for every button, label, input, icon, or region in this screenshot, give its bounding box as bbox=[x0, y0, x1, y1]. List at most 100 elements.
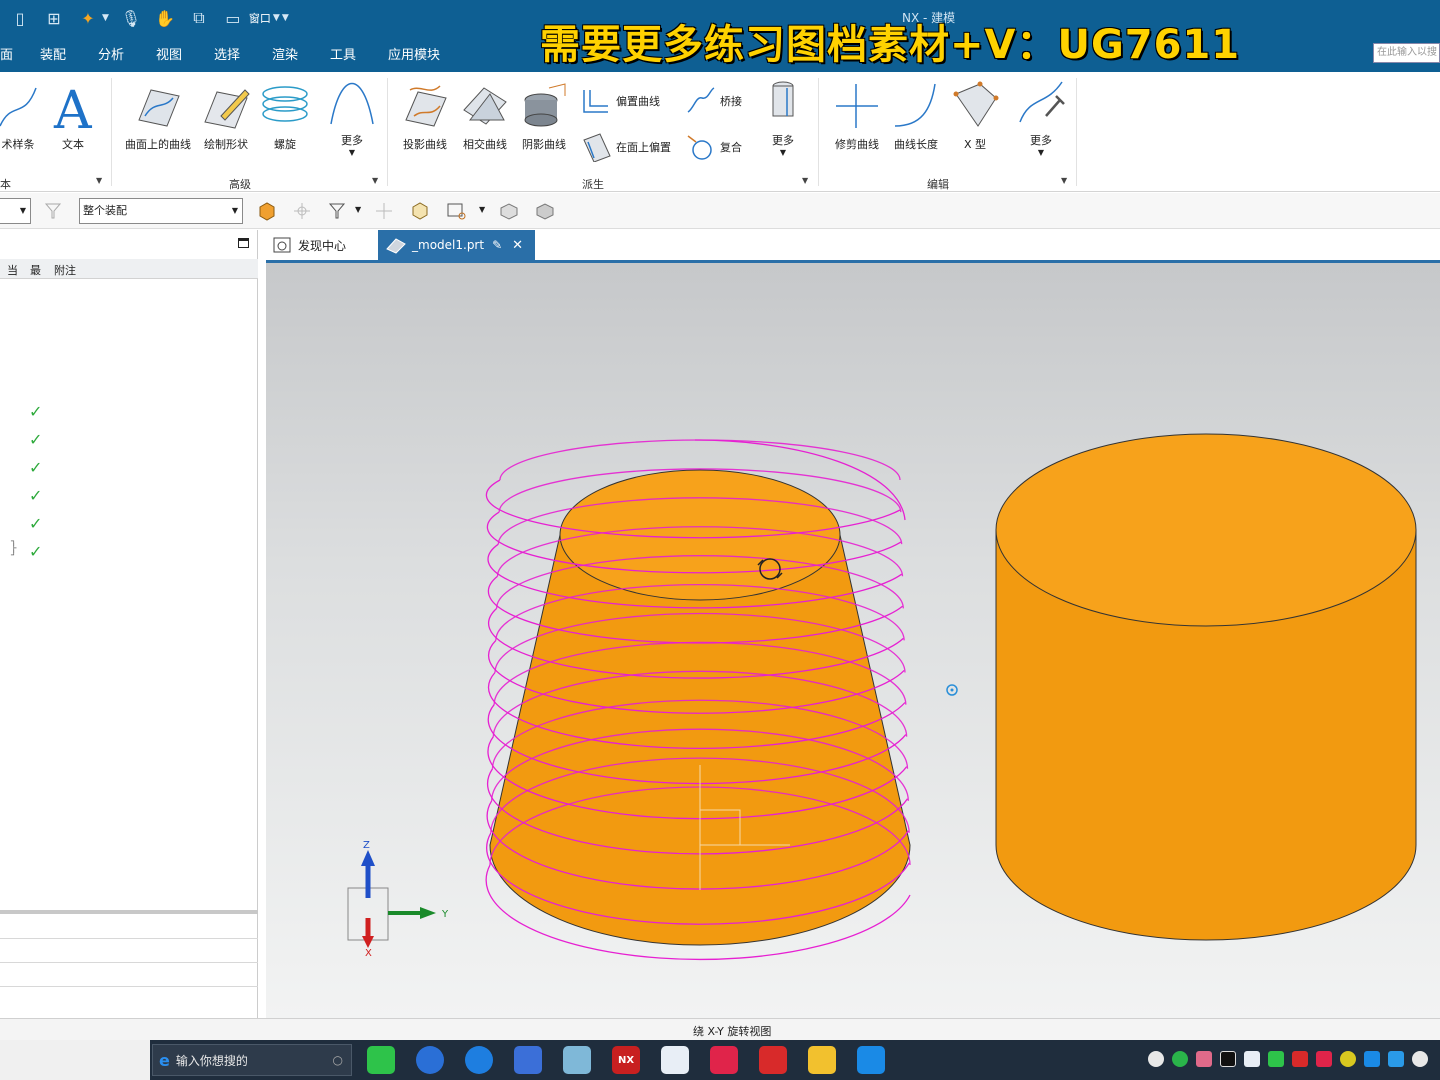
view-box-alt-icon[interactable] bbox=[534, 201, 556, 221]
shadow-curve-button[interactable]: 阴影曲线 bbox=[517, 80, 571, 152]
panel-splitter[interactable] bbox=[0, 910, 258, 914]
selection-scope-combo[interactable]: 整个装配 ▼ bbox=[79, 198, 243, 224]
plus-icon[interactable] bbox=[1340, 1051, 1356, 1067]
mic-icon[interactable] bbox=[1412, 1051, 1428, 1067]
wechat-icon[interactable] bbox=[1268, 1051, 1284, 1067]
advanced-more-button[interactable]: 更多 ▼ bbox=[326, 76, 378, 157]
handshake-icon[interactable]: ✋ bbox=[153, 6, 177, 30]
solid-cube-icon[interactable] bbox=[256, 201, 278, 221]
close-icon[interactable]: ✕ bbox=[512, 238, 523, 253]
grid-icon[interactable]: ⊞ bbox=[42, 6, 66, 30]
check-icon: ✓ bbox=[29, 458, 43, 477]
folder-icon[interactable] bbox=[808, 1046, 836, 1074]
check-icon: ✓ bbox=[29, 402, 43, 421]
menu-render[interactable]: 渲染 bbox=[272, 44, 298, 63]
chevron-down-icon[interactable]: ▼ bbox=[802, 176, 808, 185]
red-icon[interactable] bbox=[1292, 1051, 1308, 1067]
menu-assembly[interactable]: 装配 bbox=[40, 44, 66, 63]
sync-icon[interactable] bbox=[416, 1046, 444, 1074]
paper-app-icon[interactable] bbox=[563, 1046, 591, 1074]
filter-reset-icon[interactable] bbox=[44, 201, 66, 221]
chevron-down-icon[interactable]: ▼ bbox=[1061, 176, 1067, 185]
red-app-icon[interactable] bbox=[710, 1046, 738, 1074]
curve-length-button[interactable]: 曲线长度 bbox=[889, 80, 943, 152]
bridge-button[interactable]: 桥接 bbox=[686, 86, 742, 116]
tree-row[interactable]: ✓ bbox=[0, 452, 258, 480]
graphics-viewport[interactable]: Z Y X bbox=[266, 263, 1440, 1018]
bell-icon[interactable] bbox=[1148, 1051, 1164, 1067]
snap-grid-icon[interactable] bbox=[374, 201, 396, 221]
menu-analysis[interactable]: 分析 bbox=[98, 44, 124, 63]
cloud-icon[interactable] bbox=[661, 1046, 689, 1074]
snap-point-icon[interactable] bbox=[292, 201, 314, 221]
taskbar: e 输入你想搜的 ○ NX bbox=[0, 1040, 1440, 1080]
chevron-down-icon[interactable]: ▼ bbox=[282, 13, 289, 23]
x-form-button[interactable]: X 型 bbox=[948, 80, 1002, 152]
command-search-input[interactable]: 在此输入以搜 bbox=[1373, 43, 1440, 63]
view-box-icon[interactable] bbox=[498, 201, 520, 221]
column-current[interactable]: 当 bbox=[7, 262, 18, 278]
cylinder-body[interactable] bbox=[995, 433, 1417, 941]
chevron-down-icon[interactable]: ▼ bbox=[372, 176, 378, 185]
chevron-down-icon[interactable]: ▼ bbox=[96, 176, 102, 185]
derived-more-button[interactable]: 更多 ▼ bbox=[760, 76, 806, 157]
chevron-down-icon[interactable]: ▼ bbox=[355, 205, 361, 214]
filter-icon[interactable] bbox=[328, 201, 350, 221]
windows-cascade-icon[interactable]: ⧉ bbox=[187, 6, 211, 30]
column-notes[interactable]: 附注 bbox=[54, 262, 76, 278]
flower-icon[interactable] bbox=[1196, 1051, 1212, 1067]
project-curve-button[interactable]: 投影曲线 bbox=[398, 80, 452, 152]
curve-on-surface-button[interactable]: 曲面上的曲线 bbox=[122, 80, 194, 152]
chevron-down-icon[interactable]: ▼ bbox=[479, 205, 485, 214]
trim-curve-button[interactable]: 修剪曲线 bbox=[830, 80, 884, 152]
composite-button[interactable]: 复合 bbox=[686, 132, 742, 162]
menu-view[interactable]: 视图 bbox=[156, 44, 182, 63]
tab-discovery-center[interactable]: 发现中心 bbox=[266, 230, 378, 260]
window-menu[interactable]: 窗口 bbox=[249, 10, 271, 26]
tools-icon[interactable]: ✦ bbox=[76, 6, 100, 30]
window-icon[interactable]: ▭ bbox=[221, 6, 245, 30]
pen-app-icon[interactable] bbox=[514, 1046, 542, 1074]
tree-row[interactable]: ✓ bbox=[0, 508, 258, 536]
blue-app-icon[interactable] bbox=[857, 1046, 885, 1074]
column-latest[interactable]: 最 bbox=[30, 262, 41, 278]
menu-face[interactable]: 面 bbox=[0, 44, 13, 63]
network-icon[interactable] bbox=[1244, 1051, 1260, 1067]
taskbar-search-input[interactable]: e 输入你想搜的 ○ bbox=[152, 1044, 352, 1076]
microphone-icon[interactable]: 🎙 bbox=[119, 6, 143, 30]
play-icon[interactable] bbox=[1172, 1051, 1188, 1067]
menu-application[interactable]: 应用模块 bbox=[388, 44, 440, 63]
nx-icon[interactable]: NX bbox=[612, 1046, 640, 1074]
red2-icon[interactable] bbox=[1316, 1051, 1332, 1067]
helix-button[interactable]: 螺旋 bbox=[258, 80, 312, 152]
save-icon[interactable]: ▯ bbox=[8, 6, 32, 30]
k-app-icon[interactable] bbox=[465, 1046, 493, 1074]
tab-model1[interactable]: _model1.prt ✎ ✕ bbox=[378, 230, 535, 260]
tree-row[interactable]: ┐ ├ ┘ ✓ bbox=[0, 536, 258, 564]
edit-more-button[interactable]: 更多 ▼ bbox=[1016, 76, 1066, 157]
text-button[interactable]: A 文本 bbox=[48, 80, 98, 152]
intersect-curve-button[interactable]: 相交曲线 bbox=[458, 80, 512, 152]
tree-row[interactable]: ✓ bbox=[0, 424, 258, 452]
red-figure-icon[interactable] bbox=[759, 1046, 787, 1074]
bridge-icon bbox=[687, 87, 715, 113]
edit-file-icon[interactable]: ✎ bbox=[492, 238, 502, 252]
type-filter-combo[interactable]: ▼ bbox=[0, 198, 31, 224]
sketch-shape-button[interactable]: 绘制形状 bbox=[198, 80, 254, 152]
maximize-icon[interactable] bbox=[238, 238, 249, 248]
wechat-icon[interactable] bbox=[367, 1046, 395, 1074]
offset-curve-button[interactable]: 偏置曲线 bbox=[580, 86, 660, 116]
chevron-down-icon[interactable]: ▼ bbox=[273, 13, 280, 23]
tiktok-icon[interactable] bbox=[1220, 1051, 1236, 1067]
art-spline-button[interactable]: 术样条 bbox=[0, 80, 40, 152]
box-select-icon[interactable] bbox=[410, 201, 432, 221]
offset-on-face-button[interactable]: 在面上偏置 bbox=[580, 132, 671, 162]
tree-row[interactable]: ✓ bbox=[0, 480, 258, 508]
menu-tools[interactable]: 工具 bbox=[330, 44, 356, 63]
upload-icon[interactable] bbox=[1388, 1051, 1404, 1067]
blue-icon[interactable] bbox=[1364, 1051, 1380, 1067]
menu-select[interactable]: 选择 bbox=[214, 44, 240, 63]
tree-row[interactable]: ✓ bbox=[0, 396, 258, 424]
rect-select-icon[interactable] bbox=[446, 201, 468, 221]
chevron-down-icon[interactable]: ▼ bbox=[102, 13, 109, 23]
